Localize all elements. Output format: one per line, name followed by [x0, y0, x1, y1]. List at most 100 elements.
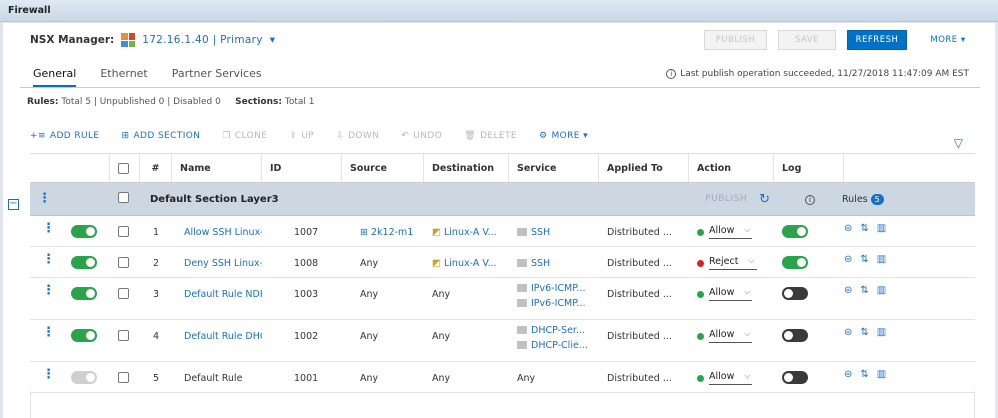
col-service[interactable]: Service [509, 154, 599, 182]
rule-enable-toggle[interactable] [71, 329, 97, 342]
row-checkbox[interactable] [118, 330, 129, 341]
service-item[interactable]: DHCP-Clie... [517, 340, 588, 351]
row-menu-icon[interactable]: ⋮ [42, 368, 55, 381]
row-menu-icon[interactable]: ⋮ [42, 284, 55, 297]
comment-icon[interactable]: ⊜ [844, 369, 852, 380]
rule-name[interactable]: Default Rule [184, 373, 242, 384]
rule-enable-toggle[interactable] [71, 371, 97, 384]
rule-enable-toggle[interactable] [71, 256, 97, 269]
col-name[interactable]: Name [172, 154, 262, 182]
row-menu-icon[interactable]: ⋮ [42, 222, 55, 235]
action-select[interactable]: Allow ⌵ [709, 225, 753, 239]
log-toggle[interactable] [782, 256, 808, 269]
col-id[interactable]: ID [262, 154, 342, 182]
table-row[interactable]: ⋮ 3 Default Rule NDP 1003 Any Any IPv6-ICMP...… [30, 278, 975, 320]
col-applied-to[interactable]: Applied To [599, 154, 689, 182]
service-item[interactable]: DHCP-Ser... [517, 325, 588, 336]
action-select[interactable]: Allow ⌵ [709, 329, 753, 343]
service-item[interactable]: SSH [517, 258, 550, 269]
table-row[interactable]: ⋮ 2 Deny SSH Linux-A 1008 Any ◩ Linux-A V... S… [30, 247, 975, 278]
tab-ethernet[interactable]: Ethernet [100, 67, 147, 87]
stats-icon[interactable]: ▥ [877, 285, 886, 296]
row-menu-icon[interactable]: ⋮ [42, 326, 55, 339]
publish-button[interactable]: PUBLISH [704, 30, 767, 50]
service-icon [517, 259, 527, 267]
table-row[interactable]: ⋮ 1 Allow SSH Linux-A 1007 ⊞ 2k12-m1 ◩ Linux-… [30, 216, 975, 247]
rule-enable-toggle[interactable] [71, 225, 97, 238]
refresh-icon[interactable]: ↻ [759, 192, 770, 207]
rule-name[interactable]: Allow SSH Linux-A [184, 227, 262, 238]
service-item[interactable]: IPv6-ICMP... [517, 283, 586, 294]
row-checkbox[interactable] [118, 288, 129, 299]
select-all-checkbox[interactable] [118, 162, 129, 174]
service-item[interactable]: IPv6-ICMP... [517, 298, 586, 309]
stats-icon[interactable]: ▥ [877, 254, 886, 265]
col-source[interactable]: Source [342, 154, 424, 182]
destination-group[interactable]: ◩ Linux-A V... [432, 227, 497, 238]
row-menu-icon[interactable]: ⋮ [42, 253, 55, 266]
settings-icon[interactable]: ⇅ [860, 369, 868, 380]
rules-list: ⋮ 1 Allow SSH Linux-A 1007 ⊞ 2k12-m1 ◩ Linux-… [30, 216, 975, 393]
filter-icon[interactable]: ▽ [954, 136, 963, 150]
source-group[interactable]: ⊞ 2k12-m1 [360, 227, 413, 238]
up-button[interactable]: ⇧ UP [289, 131, 314, 141]
save-button[interactable]: SAVE [778, 30, 836, 50]
rule-name[interactable]: Deny SSH Linux-A [184, 258, 262, 269]
service-item[interactable]: SSH [517, 227, 550, 238]
comment-icon[interactable]: ⊜ [844, 223, 852, 234]
settings-icon[interactable]: ⇅ [860, 254, 868, 265]
log-toggle[interactable] [782, 287, 808, 300]
row-checkbox[interactable] [118, 226, 129, 237]
clone-button[interactable]: ❐ CLONE [222, 131, 267, 141]
nsx-manager-selector[interactable]: NSX Manager: 172.16.1.40 | Primary ▾ [30, 33, 275, 47]
undo-button[interactable]: ↶ UNDO [401, 131, 442, 141]
more-menu-button[interactable]: MORE ▾ [921, 30, 975, 50]
settings-icon[interactable]: ⇅ [860, 285, 868, 296]
down-button[interactable]: ⇩ DOWN [336, 131, 379, 141]
settings-icon[interactable]: ⇅ [860, 327, 868, 338]
delete-button[interactable]: 🗑 DELETE [464, 131, 517, 141]
section-row[interactable]: ⋮ Default Section Layer3 PUBLISH ↻ i Rul… [30, 183, 975, 216]
row-checkbox[interactable] [118, 372, 129, 383]
rule-name[interactable]: Default Rule NDP [184, 289, 262, 300]
row-checkbox[interactable] [118, 257, 129, 268]
action-select[interactable]: Reject ⌵ [709, 256, 757, 270]
comment-icon[interactable]: ⊜ [844, 327, 852, 338]
vm-icon: ◩ [432, 227, 444, 238]
stats-icon[interactable]: ▥ [877, 223, 886, 234]
section-menu-icon[interactable]: ⋮ [38, 191, 51, 206]
tab-partner-services[interactable]: Partner Services [172, 67, 262, 87]
more-actions-button[interactable]: ⚙ MORE ▾ [539, 131, 588, 141]
collapse-section-icon[interactable]: − [8, 199, 19, 210]
col-log[interactable]: Log [774, 154, 844, 182]
destination-group[interactable]: ◩ Linux-A V... [432, 258, 497, 269]
settings-icon[interactable]: ⇅ [860, 223, 868, 234]
section-name[interactable]: Default Section Layer3 [140, 194, 540, 205]
comment-icon[interactable]: ⊜ [844, 254, 852, 265]
section-checkbox[interactable] [118, 192, 129, 203]
section-publish-button[interactable]: PUBLISH [705, 194, 747, 204]
nsx-manager-ip[interactable]: 172.16.1.40 | Primary [142, 34, 263, 46]
add-section-button[interactable]: ⊞ ADD SECTION [122, 131, 201, 141]
chevron-down-icon[interactable]: ▾ [270, 34, 276, 46]
stats-icon[interactable]: ▥ [877, 369, 886, 380]
section-info-icon[interactable]: i [805, 194, 815, 205]
log-toggle[interactable] [782, 329, 808, 342]
rule-name[interactable]: Default Rule DHCP [184, 331, 262, 342]
table-row[interactable]: ⋮ 4 Default Rule DHCP 1002 Any Any DHCP-Ser...… [30, 320, 975, 362]
refresh-button[interactable]: REFRESH [847, 30, 907, 50]
window-title: Firewall [0, 0, 998, 22]
log-toggle[interactable] [782, 371, 808, 384]
action-status-dot [697, 332, 704, 340]
stats-icon[interactable]: ▥ [877, 327, 886, 338]
col-destination[interactable]: Destination [424, 154, 509, 182]
comment-icon[interactable]: ⊜ [844, 285, 852, 296]
add-rule-button[interactable]: +≡ ADD RULE [30, 131, 100, 141]
rule-enable-toggle[interactable] [71, 287, 97, 300]
action-select[interactable]: Allow ⌵ [709, 287, 753, 301]
log-toggle[interactable] [782, 225, 808, 238]
table-row[interactable]: ⋮ 5 Default Rule 1001 Any Any Any Distributed .… [30, 362, 975, 393]
col-action[interactable]: Action [689, 154, 774, 182]
tab-general[interactable]: General [33, 67, 77, 87]
action-select[interactable]: Allow ⌵ [709, 371, 753, 385]
